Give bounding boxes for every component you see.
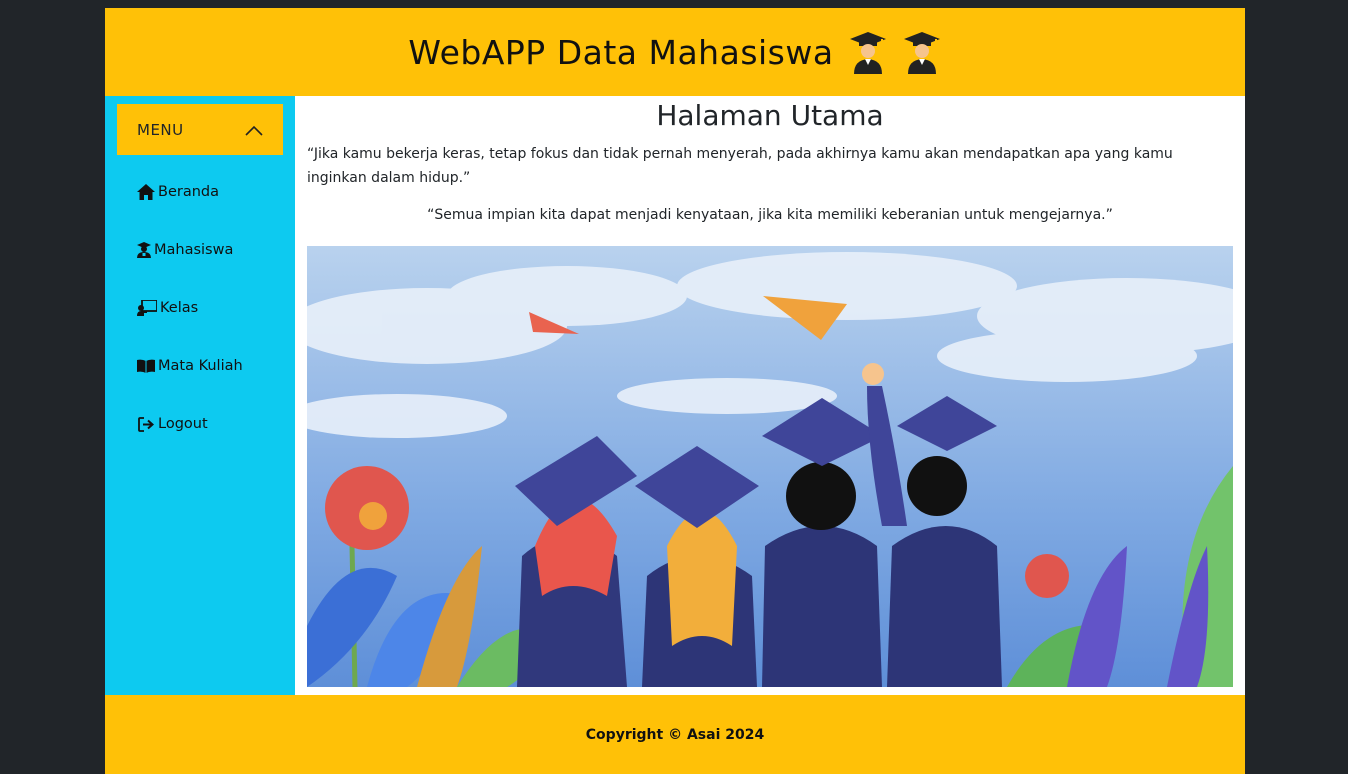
sidebar-item-label: Beranda	[158, 184, 219, 200]
sign-out-icon	[136, 415, 156, 433]
graduate-emoji-icon	[903, 32, 940, 74]
home-icon	[136, 183, 156, 201]
sidebar-item-label: Mahasiswa	[154, 242, 234, 258]
user-graduate-icon	[136, 241, 152, 259]
graduation-illustration	[307, 246, 1233, 687]
copyright-text: Copyright © Asai 2024	[585, 726, 765, 743]
header: WebAPP Data Mahasiswa	[105, 8, 1245, 96]
app-title: WebAPP Data Mahasiswa	[408, 30, 941, 74]
chalkboard-teacher-icon	[136, 299, 158, 317]
sidebar-item-kelas[interactable]: Kelas	[105, 279, 295, 337]
sidebar-nav: Beranda Mahasiswa Kelas Mata Kuliah Logo…	[105, 163, 295, 453]
sidebar-item-beranda[interactable]: Beranda	[105, 163, 295, 221]
chevron-up-icon	[245, 125, 263, 136]
sidebar-item-label: Mata Kuliah	[158, 358, 243, 374]
sidebar-item-mahasiswa[interactable]: Mahasiswa	[105, 221, 295, 279]
app-title-text: WebAPP Data Mahasiswa	[408, 32, 834, 72]
sidebar-item-label: Kelas	[160, 300, 199, 316]
main-content: Halaman Utama “Jika kamu bekerja keras, …	[295, 96, 1245, 695]
sidebar-item-label: Logout	[158, 416, 208, 432]
book-open-icon	[136, 357, 156, 375]
page-title: Halaman Utama	[656, 99, 884, 132]
footer: Copyright © Asai 2024	[105, 695, 1245, 774]
sidebar-item-mata-kuliah[interactable]: Mata Kuliah	[105, 337, 295, 395]
quote-text: “Jika kamu bekerja keras, tetap fokus da…	[307, 146, 1173, 186]
sidebar-item-logout[interactable]: Logout	[105, 395, 295, 453]
graduate-emoji-icon	[849, 32, 886, 74]
menu-toggle-label: MENU	[137, 120, 184, 139]
title-icons	[848, 30, 942, 74]
sidebar: MENU Beranda Mahasiswa Kelas Mata Kuliah…	[105, 96, 295, 695]
page-container: WebAPP Data Mahasiswa MENU Beranda Mahas…	[105, 8, 1245, 774]
quote-text: “Semua impian kita dapat menjadi kenyata…	[427, 207, 1113, 223]
menu-toggle-button[interactable]: MENU	[117, 104, 283, 155]
